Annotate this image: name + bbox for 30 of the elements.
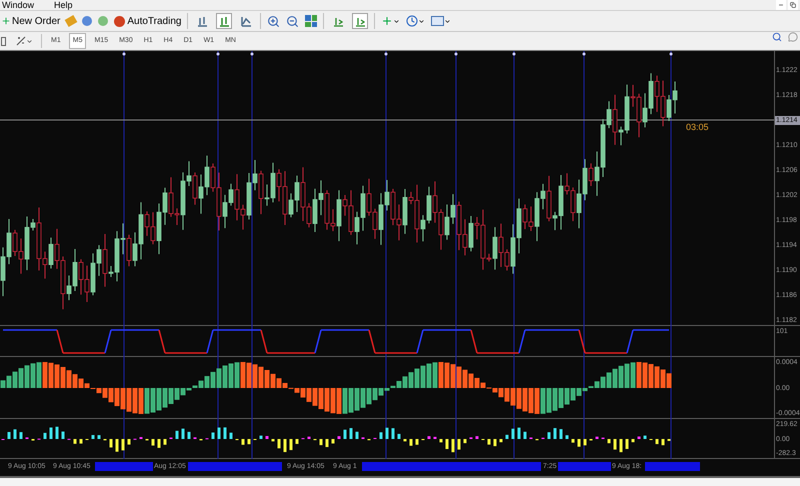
crosshair-tool-icon[interactable] — [16, 36, 33, 46]
chart-icon — [240, 16, 252, 26]
chat-icon[interactable] — [788, 32, 798, 42]
time-label-highlight — [95, 462, 153, 471]
chart-shift-button[interactable] — [352, 13, 368, 29]
clock-icon[interactable] — [406, 15, 426, 27]
minimize-icon — [778, 2, 784, 8]
plus-icon — [1, 16, 11, 26]
restore-icon — [790, 2, 796, 8]
chart-icon — [332, 16, 344, 26]
chart-icon — [218, 16, 230, 26]
new-order-button[interactable]: New Order — [1, 14, 60, 28]
chart-type-button[interactable] — [216, 13, 232, 29]
add-indicator-icon[interactable] — [381, 15, 400, 27]
time-label-highlight — [558, 462, 611, 471]
menu-item[interactable]: Window — [2, 0, 34, 10]
zoom-in-icon[interactable] — [267, 14, 280, 28]
time-label-highlight — [645, 462, 700, 471]
restore-button[interactable] — [788, 0, 798, 10]
search-icon[interactable] — [772, 32, 782, 42]
chart-icon — [354, 16, 366, 26]
tile-windows-icon[interactable] — [305, 15, 318, 27]
zoom-out-icon[interactable] — [286, 14, 300, 28]
minimize-button[interactable] — [776, 0, 786, 10]
autotrading-button[interactable]: AutoTrading — [114, 14, 182, 28]
chart-icon — [196, 16, 208, 26]
menu-item[interactable]: Help — [54, 0, 73, 10]
template-icon[interactable] — [431, 16, 452, 26]
window-icon[interactable] — [1, 36, 6, 46]
countdown-timer: 03:05 — [686, 121, 709, 134]
